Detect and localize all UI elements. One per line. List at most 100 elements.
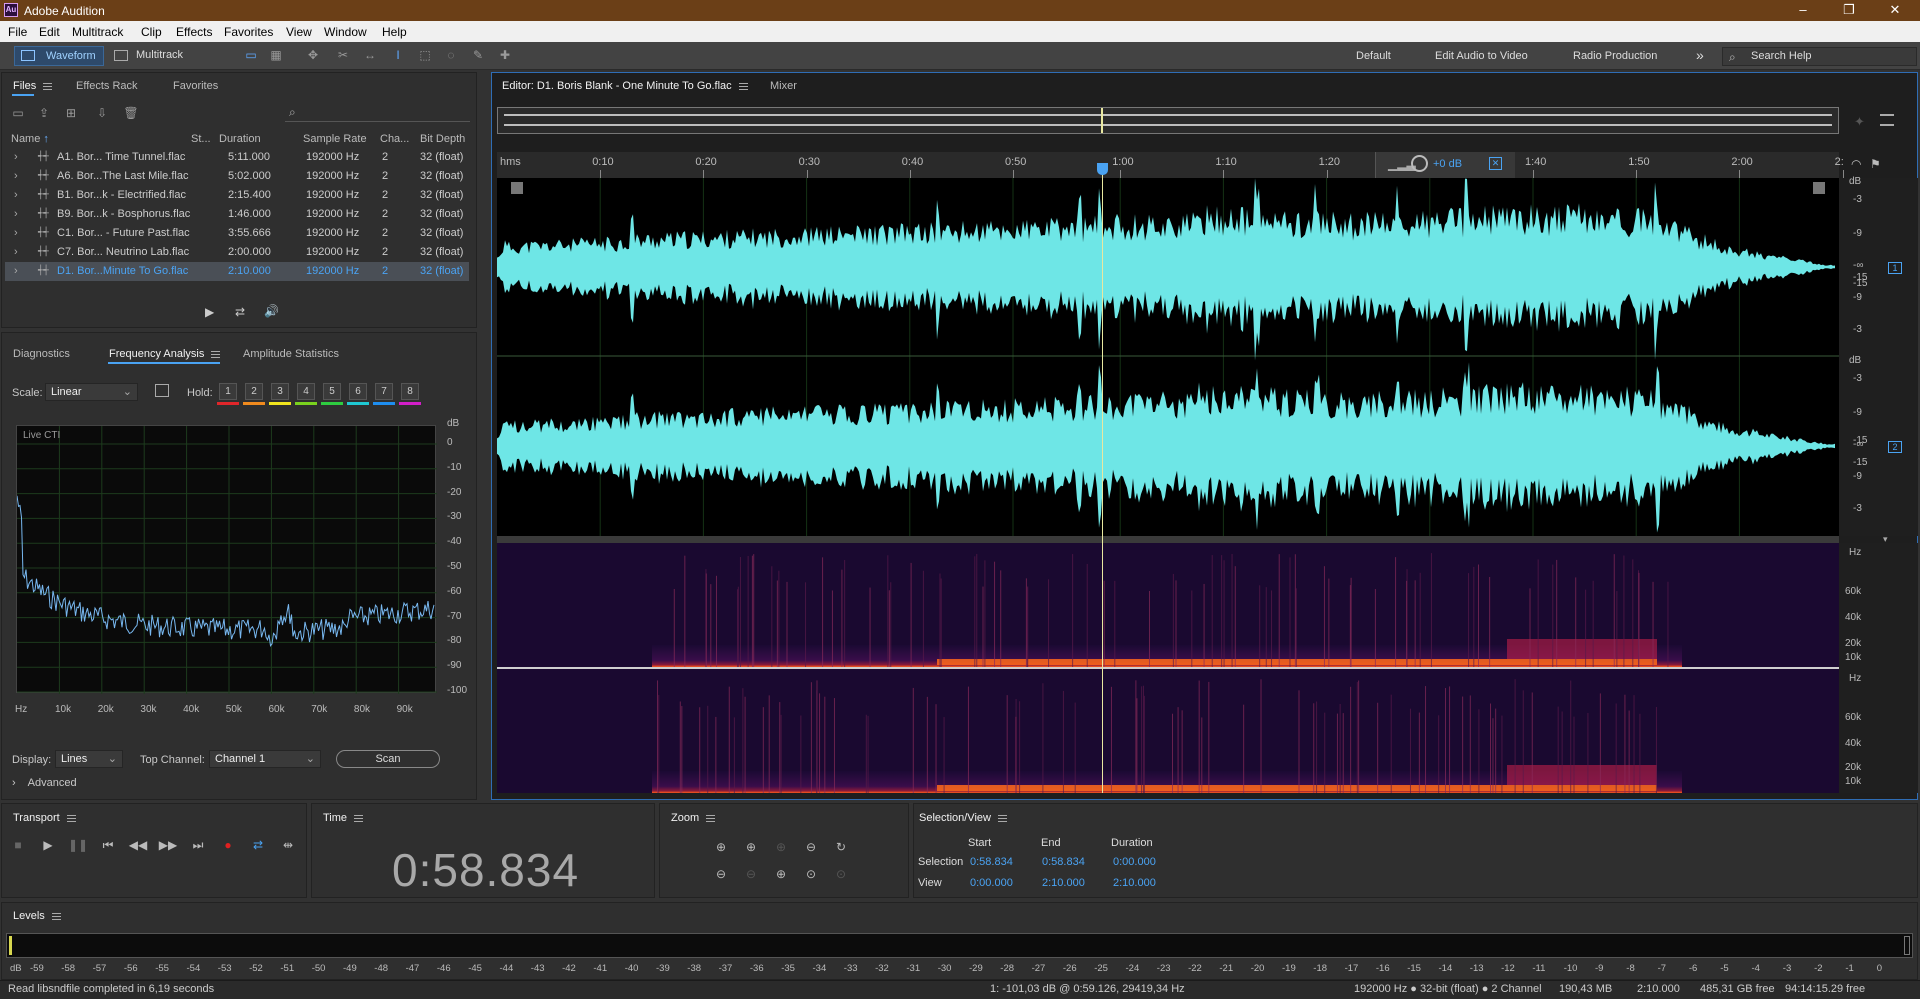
lasso-tool-icon[interactable]: ◌	[443, 48, 459, 63]
waveform-view-button[interactable]: Waveform	[14, 46, 104, 66]
zoom-in-amplitude-icon[interactable]: ⊕	[712, 840, 730, 856]
hold-button-6[interactable]: 6	[349, 383, 367, 400]
hold-button-2[interactable]: 2	[245, 383, 263, 400]
scan-button[interactable]: Scan	[336, 750, 440, 768]
new-file-icon[interactable]: ⊞	[63, 106, 79, 121]
panel-menu-icon[interactable]	[738, 82, 748, 90]
menu-clip[interactable]: Clip	[141, 25, 162, 39]
playhead-handle[interactable]	[1097, 163, 1108, 175]
panel-menu-icon[interactable]	[66, 814, 76, 822]
zoom-reset-icon[interactable]: ↻	[832, 840, 850, 856]
move-tool-icon[interactable]: ✥	[305, 48, 321, 63]
copy-icon[interactable]	[155, 384, 169, 397]
scale-dropdown[interactable]: Linear ⌄	[45, 383, 138, 401]
layout-icon[interactable]	[1880, 114, 1894, 126]
close-file-icon[interactable]: 🗑	[123, 106, 139, 121]
headphones-icon[interactable]: ◠	[1851, 157, 1861, 171]
fast-forward-icon[interactable]: ▶▶	[158, 838, 178, 852]
expand-icon[interactable]	[511, 182, 523, 194]
hold-button-8[interactable]: 8	[401, 383, 419, 400]
gain-value[interactable]: +0 dB	[1433, 158, 1462, 170]
chevron-right-icon[interactable]: ›	[14, 189, 18, 201]
loop-playback-icon[interactable]: ⇄	[248, 838, 268, 852]
menu-edit[interactable]: Edit	[39, 25, 60, 39]
skip-selection-icon[interactable]: ⇹	[278, 838, 298, 852]
frequency-display-icon[interactable]: ▦	[268, 48, 284, 63]
hold-button-3[interactable]: 3	[271, 383, 289, 400]
tab-mixer[interactable]: Mixer	[770, 80, 797, 92]
zoom-to-fit-icon[interactable]: ✦	[1854, 114, 1868, 129]
spot-healing-icon[interactable]: ✚	[497, 48, 513, 63]
razor-tool-icon[interactable]: ✂	[335, 48, 351, 63]
column-name[interactable]: Name ↑	[11, 133, 49, 145]
zoom-in-right-icon[interactable]: ⊕	[772, 867, 790, 883]
tab-favorites[interactable]: Favorites	[173, 80, 218, 92]
panel-menu-icon[interactable]	[211, 350, 221, 358]
column-duration[interactable]: Duration	[219, 133, 261, 145]
chevron-right-icon[interactable]: ›	[14, 227, 18, 239]
chevron-right-icon[interactable]: ›	[14, 246, 18, 258]
file-row[interactable]: › ┽┽ C1. Bor... - Future Past.flac 3:55.666…	[5, 224, 469, 243]
files-search-input[interactable]: ⌕	[285, 105, 470, 122]
file-row[interactable]: › ┽┽ A1. Bor... Time Tunnel.flac 5:11.000 19…	[5, 148, 469, 167]
view-start[interactable]: 0:00.000	[970, 877, 1013, 889]
tab-diagnostics[interactable]: Diagnostics	[13, 348, 70, 360]
panel-menu-icon[interactable]	[43, 82, 53, 90]
tab-effects-rack[interactable]: Effects Rack	[76, 80, 138, 92]
view-end[interactable]: 2:10.000	[1042, 877, 1085, 889]
workspaces-overflow-button[interactable]: »	[1696, 47, 1704, 63]
brush-tool-icon[interactable]: ✎	[470, 48, 486, 63]
panel-menu-icon[interactable]	[354, 814, 364, 822]
zoom-out-time-icon[interactable]: ⊖	[742, 867, 760, 883]
zoom-out-amplitude-icon[interactable]: ⊖	[712, 867, 730, 883]
column-status[interactable]: St...	[191, 133, 211, 145]
panel-menu-icon[interactable]	[51, 912, 61, 920]
menu-file[interactable]: File	[8, 25, 27, 39]
menu-view[interactable]: View	[286, 25, 312, 39]
chevron-right-icon[interactable]: ›	[14, 151, 18, 163]
search-help-input[interactable]: ⌕ Search Help	[1722, 47, 1917, 66]
import-file-icon[interactable]: ⇪	[36, 106, 52, 121]
chevron-right-icon[interactable]: ›	[14, 208, 18, 220]
hud-volume[interactable]: ▁▂▃ +0 dB ✕	[1375, 152, 1515, 178]
tab-frequency-analysis[interactable]: Frequency Analysis	[109, 348, 221, 360]
marquee-tool-icon[interactable]: ⬚	[417, 48, 433, 63]
hold-button-5[interactable]: 5	[323, 383, 341, 400]
rewind-icon[interactable]: ◀◀	[128, 838, 148, 852]
zoom-in-time-icon[interactable]: ⊕	[742, 840, 760, 856]
chevron-right-icon[interactable]: ›	[14, 170, 18, 182]
pause-icon[interactable]: ❚❚	[68, 838, 88, 852]
menu-multitrack[interactable]: Multitrack	[72, 25, 123, 39]
column-sample-rate[interactable]: Sample Rate	[303, 133, 367, 145]
waveform-display[interactable]	[497, 178, 1839, 536]
pin-hud-icon[interactable]: ✕	[1489, 157, 1502, 170]
close-button[interactable]: ✕	[1872, 0, 1918, 21]
selection-start[interactable]: 0:58.834	[970, 856, 1013, 868]
volume-knob-icon[interactable]	[1411, 155, 1428, 172]
maximize-button[interactable]: ❐	[1826, 0, 1872, 21]
workspace-default[interactable]: Default	[1356, 50, 1391, 62]
file-row[interactable]: › ┽┽ B1. Bor...k - Electrified.flac 2:15.40…	[5, 186, 469, 205]
channel-2-badge[interactable]: 2	[1888, 441, 1902, 453]
time-selection-tool-icon[interactable]: I	[390, 48, 406, 63]
play-icon[interactable]: ▶	[38, 838, 58, 852]
column-channels[interactable]: Cha...	[380, 133, 409, 145]
minimize-button[interactable]: –	[1780, 0, 1826, 21]
workspace-radio-production[interactable]: Radio Production	[1573, 50, 1657, 62]
move-to-previous-icon[interactable]: ⏮	[98, 838, 118, 853]
selection-end[interactable]: 0:58.834	[1042, 856, 1085, 868]
spectral-display-icon[interactable]: ▭	[243, 48, 259, 63]
move-to-next-icon[interactable]: ⏭	[188, 838, 208, 853]
spectral-display[interactable]	[497, 543, 1839, 793]
insert-into-multitrack-icon[interactable]: ⇩	[94, 106, 110, 121]
file-row[interactable]: › ┽┽ D1. Bor...Minute To Go.flac 2:10.000 19…	[5, 262, 469, 281]
zoom-to-selection-icon[interactable]: ⊙	[802, 867, 820, 883]
panel-menu-icon[interactable]	[997, 814, 1007, 822]
menu-favorites[interactable]: Favorites	[224, 25, 273, 39]
menu-help[interactable]: Help	[382, 25, 407, 39]
file-row[interactable]: › ┽┽ C7. Bor... Neutrino Lab.flac 2:00.000 1…	[5, 243, 469, 262]
multitrack-view-button[interactable]: Multitrack	[112, 46, 197, 66]
time-display[interactable]: 0:58.834	[392, 843, 579, 897]
file-row[interactable]: › ┽┽ A6. Bor...The Last Mile.flac 5:02.000 1…	[5, 167, 469, 186]
playhead[interactable]	[1102, 172, 1103, 793]
